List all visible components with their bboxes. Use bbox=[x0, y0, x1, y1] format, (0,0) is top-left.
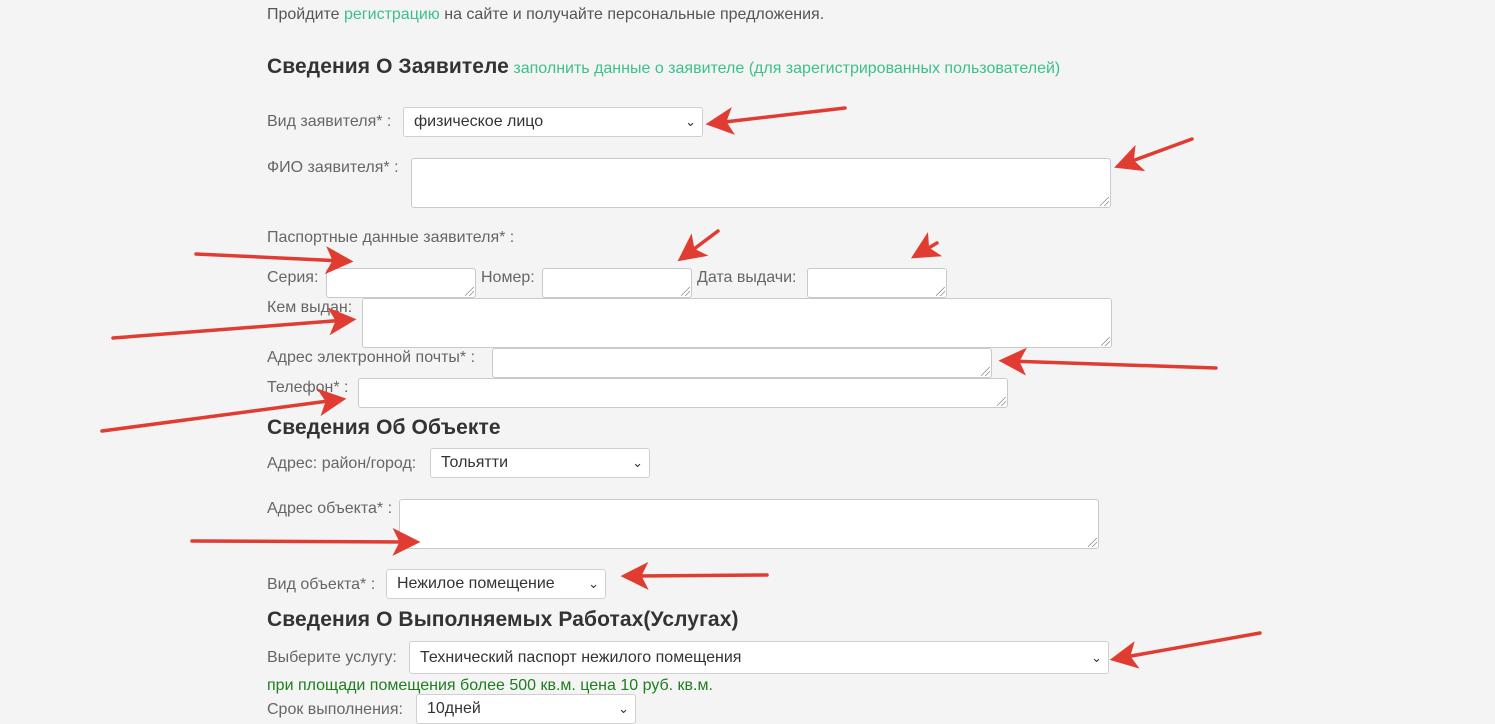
object-address-field[interactable] bbox=[399, 499, 1099, 549]
email-label: Адрес электронной почты* : bbox=[267, 349, 476, 366]
chevron-down-icon: ⌄ bbox=[632, 455, 643, 470]
service-label: Выберите услугу: bbox=[267, 649, 397, 666]
fio-label: ФИО заявителя* : bbox=[267, 159, 399, 176]
applicant-type-label: Вид заявителя* : bbox=[267, 113, 392, 130]
city-value: Тольятти bbox=[441, 454, 508, 471]
chevron-down-icon: ⌄ bbox=[618, 701, 629, 716]
object-type-select[interactable]: Нежилое помещение ⌄ bbox=[386, 569, 606, 599]
chevron-down-icon: ⌄ bbox=[588, 576, 599, 591]
object-type-value: Нежилое помещение bbox=[397, 575, 555, 592]
red-arrow-icon bbox=[190, 527, 421, 556]
applicant-section-title: Сведения О Заявителе bbox=[267, 55, 509, 78]
object-type-label: Вид объекта* : bbox=[267, 576, 376, 593]
applicant-section-header: Сведения О Заявителе заполнить данные о … bbox=[267, 54, 1060, 80]
city-select[interactable]: Тольятти ⌄ bbox=[430, 448, 650, 478]
red-arrow-icon bbox=[1114, 137, 1194, 172]
applicant-type-value: физическое лицо bbox=[414, 113, 544, 130]
passport-issue-date-label: Дата выдачи: bbox=[697, 269, 797, 286]
phone-field[interactable] bbox=[358, 378, 1008, 408]
chevron-down-icon: ⌄ bbox=[685, 114, 696, 129]
object-section-title: Сведения Об Объекте bbox=[267, 416, 501, 439]
red-arrow-icon bbox=[705, 106, 847, 135]
resize-grip-icon[interactable] bbox=[997, 397, 1006, 406]
passport-number-label: Номер: bbox=[481, 269, 535, 286]
fill-applicant-link[interactable]: заполнить данные о заявителе (для зареги… bbox=[513, 60, 1060, 77]
intro-text-before: Пройдите bbox=[267, 6, 344, 23]
service-select[interactable]: Технический паспорт нежилого помещения ⌄ bbox=[409, 641, 1109, 674]
resize-grip-icon[interactable] bbox=[1100, 197, 1109, 206]
resize-grip-icon[interactable] bbox=[681, 287, 690, 296]
red-arrow-icon bbox=[998, 347, 1218, 376]
object-address-label: Адрес объекта* : bbox=[267, 500, 393, 517]
term-value: 10дней bbox=[427, 700, 481, 717]
price-note: при площади помещения более 500 кв.м. це… bbox=[267, 677, 713, 694]
works-section-title: Сведения О Выполняемых Работах(Услугах) bbox=[267, 608, 739, 631]
red-arrow-icon bbox=[194, 246, 354, 275]
term-select[interactable]: 10дней ⌄ bbox=[416, 694, 636, 724]
resize-grip-icon[interactable] bbox=[981, 367, 990, 376]
phone-label: Телефон* : bbox=[267, 379, 349, 396]
resize-grip-icon[interactable] bbox=[465, 287, 474, 296]
issued-by-field[interactable] bbox=[362, 298, 1112, 348]
term-label: Срок выполнения: bbox=[267, 701, 403, 718]
issued-by-label: Кем выдан: bbox=[267, 299, 353, 316]
fio-field[interactable] bbox=[411, 158, 1111, 208]
city-label: Адрес: район/город: bbox=[267, 455, 417, 472]
red-arrow-icon bbox=[1109, 631, 1262, 669]
passport-series-field[interactable] bbox=[326, 268, 476, 298]
red-arrow-icon bbox=[620, 561, 769, 590]
passport-issue-date-field[interactable] bbox=[807, 268, 947, 298]
red-arrow-icon bbox=[111, 307, 357, 340]
service-value: Технический паспорт нежилого помещения bbox=[420, 649, 742, 666]
applicant-type-select[interactable]: физическое лицо ⌄ bbox=[403, 107, 703, 137]
chevron-down-icon: ⌄ bbox=[1091, 650, 1102, 665]
red-arrow-icon bbox=[677, 229, 720, 262]
registration-prompt: Пройдите регистрацию на сайте и получайт… bbox=[267, 5, 824, 25]
resize-grip-icon[interactable] bbox=[936, 287, 945, 296]
resize-grip-icon[interactable] bbox=[1101, 337, 1110, 346]
registration-link[interactable]: регистрацию bbox=[344, 6, 440, 23]
email-field[interactable] bbox=[492, 348, 992, 378]
passport-label: Паспортные данные заявителя* : bbox=[267, 229, 515, 246]
intro-text-after: на сайте и получайте персональные предло… bbox=[439, 6, 825, 23]
resize-grip-icon[interactable] bbox=[1088, 538, 1097, 547]
passport-number-field[interactable] bbox=[542, 268, 692, 298]
passport-series-label: Серия: bbox=[267, 269, 319, 286]
red-arrow-icon bbox=[910, 232, 943, 259]
